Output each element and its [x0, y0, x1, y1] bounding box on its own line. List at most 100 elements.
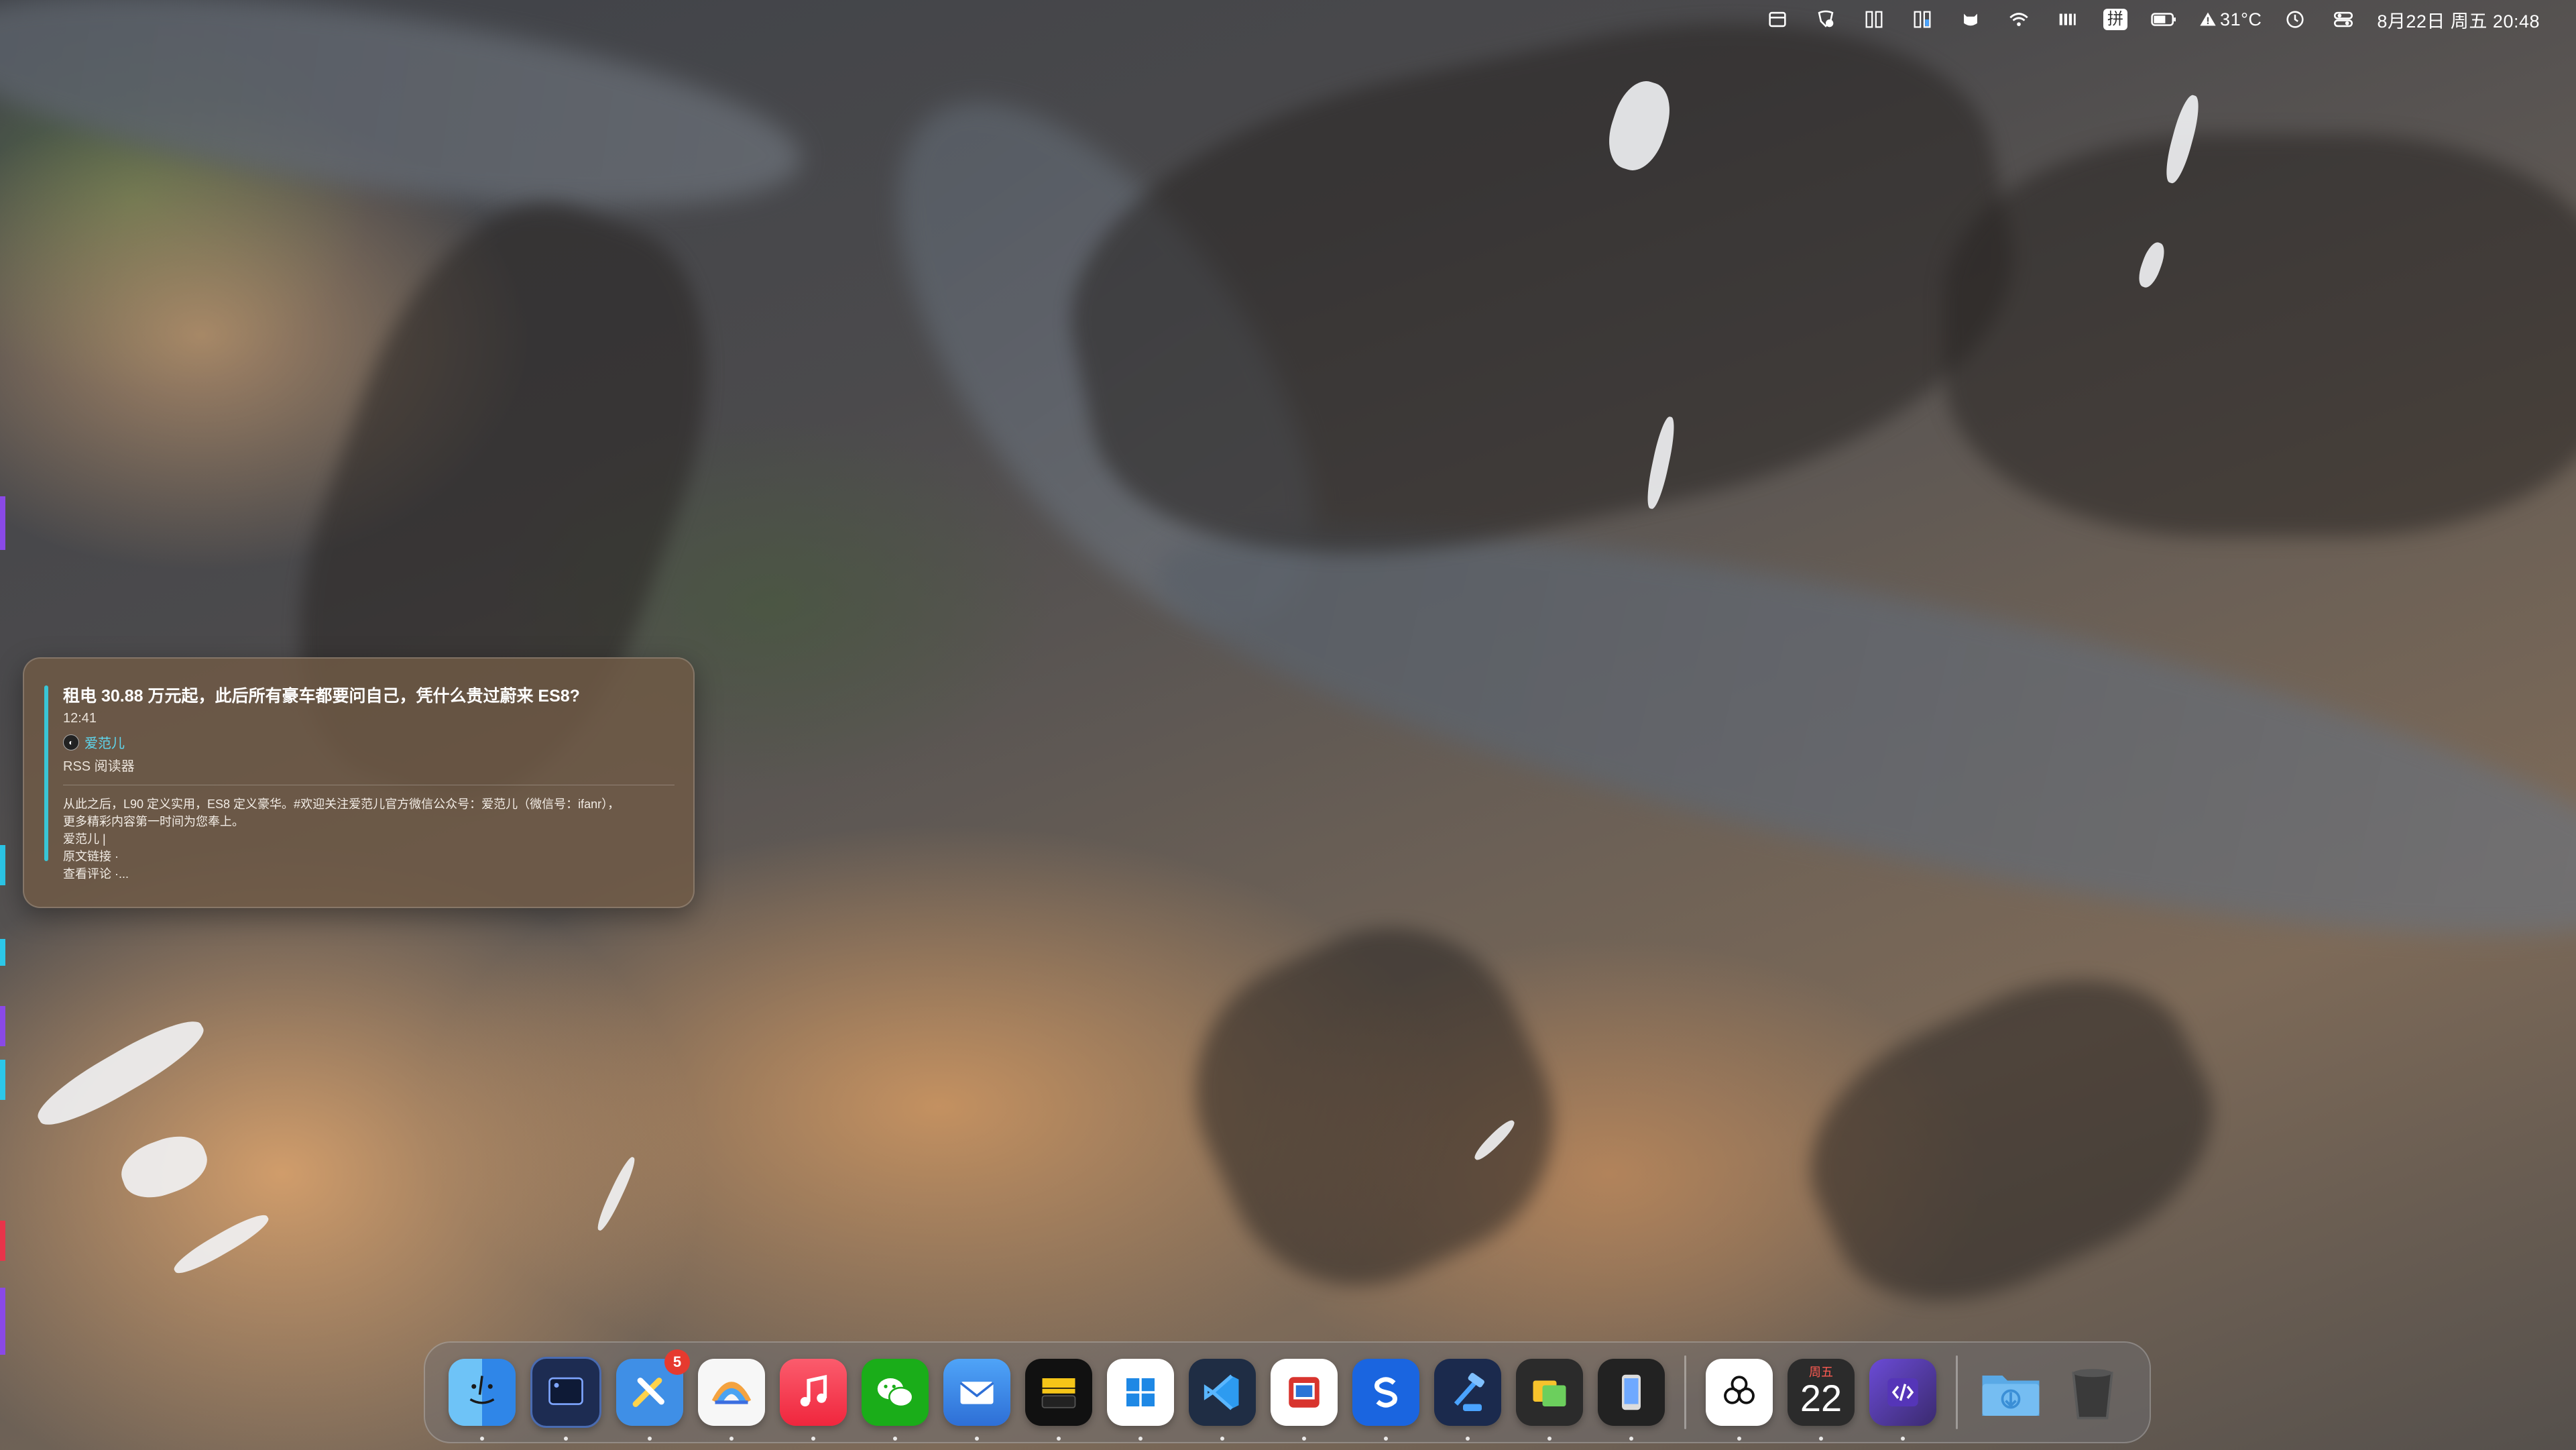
dock-mail[interactable] — [943, 1359, 1010, 1441]
chatgpt-icon — [1724, 1376, 1755, 1404]
edge-segment — [0, 496, 5, 550]
dock-xcode-tools[interactable]: 5 — [616, 1349, 690, 1441]
finder-icon — [469, 1376, 495, 1404]
folders-icon — [1533, 1380, 1566, 1406]
dock-windows-app[interactable] — [1107, 1359, 1174, 1441]
wallpaper-snow — [170, 1209, 273, 1280]
time-machine-icon[interactable] — [2280, 0, 2310, 39]
calendar-date: 22 — [1800, 1377, 1842, 1419]
notification-title: 租电 30.88 万元起，此后所有豪车都要问自己，凭什么贵过蔚来 ES8? — [63, 687, 580, 706]
tools-icon — [632, 1378, 664, 1407]
control-center-icon[interactable] — [2329, 0, 2358, 39]
battery-icon[interactable] — [2149, 0, 2180, 39]
edge-segment — [0, 845, 5, 885]
dock-ios-simulator[interactable] — [1598, 1359, 1665, 1441]
menu-extra-list-icon[interactable] — [1763, 0, 1792, 39]
running-indicator — [1819, 1437, 1823, 1441]
dock-downloads-folder[interactable] — [1977, 1359, 2044, 1426]
edge-segment — [0, 939, 5, 966]
dock-finder[interactable] — [449, 1359, 516, 1441]
vscode-icon — [1204, 1374, 1239, 1410]
menu-extra-bars-icon[interactable] — [2052, 0, 2082, 39]
dock-xcode-beta[interactable] — [1434, 1359, 1501, 1441]
wallpaper-ridge — [1034, 0, 2050, 616]
arc-icon — [711, 1382, 752, 1404]
running-indicator — [1737, 1437, 1741, 1441]
notification-time: 12:41 — [63, 711, 97, 726]
terminal-icon — [548, 1377, 583, 1405]
dock-terminal-app[interactable] — [530, 1357, 601, 1441]
running-indicator — [975, 1437, 979, 1441]
notification-body-line: 爱范儿 | — [63, 832, 106, 846]
running-indicator — [1629, 1437, 1633, 1441]
weather-widget[interactable]: 31°C — [2199, 0, 2262, 39]
edge-segment — [0, 1288, 5, 1355]
edge-segment — [0, 1221, 5, 1261]
dock-microsoft-remote[interactable] — [1271, 1359, 1338, 1441]
menu-extra-cat-icon[interactable] — [1956, 0, 1985, 39]
menu-clock[interactable]: 8月22日 周五 20:48 — [2377, 0, 2540, 39]
wallet-icon — [1041, 1378, 1076, 1408]
dock-wallet[interactable] — [1025, 1359, 1092, 1441]
notification-source-row: ◐ 爱范儿 — [63, 732, 125, 752]
menu-extra-memory-icon[interactable] — [1859, 0, 1889, 39]
dock-dev-tools[interactable] — [1869, 1359, 1936, 1441]
running-indicator — [564, 1437, 568, 1441]
running-indicator — [648, 1437, 652, 1441]
input-method-label: 拼 — [2103, 9, 2128, 30]
phone-icon — [1622, 1374, 1641, 1410]
temperature-label: 31°C — [2220, 9, 2262, 30]
music-note-icon — [800, 1375, 827, 1406]
menu-bar: 拼 31°C 8月22日 周五 20:48 — [0, 0, 2576, 39]
dock-trash[interactable] — [2059, 1359, 2126, 1426]
dock-chatgpt[interactable] — [1706, 1359, 1773, 1441]
dock-separator — [1956, 1355, 1958, 1429]
running-indicator — [1901, 1437, 1905, 1441]
notification-accent-bar — [44, 685, 48, 861]
wifi-icon[interactable] — [2004, 0, 2034, 39]
windows-icon — [1126, 1378, 1155, 1406]
dock-arc-browser[interactable] — [698, 1359, 765, 1441]
notification-body-line[interactable]: 原文链接 · — [63, 848, 680, 865]
notification-app-name: RSS 阅读器 — [63, 759, 135, 774]
dock-files-folder[interactable] — [1516, 1359, 1583, 1441]
edge-segment — [0, 1006, 5, 1046]
trash-icon — [2072, 1369, 2113, 1420]
screen-edge-strip — [0, 0, 5, 1450]
s-app-icon — [1374, 1377, 1397, 1408]
code-icon — [1887, 1378, 1918, 1406]
input-method-indicator[interactable]: 拼 — [2101, 0, 2130, 39]
wallpaper-ridge — [1944, 134, 2576, 537]
wechat-icon — [877, 1378, 914, 1408]
dock-vscode[interactable] — [1189, 1359, 1256, 1441]
notification-badge: 5 — [664, 1349, 690, 1375]
dock-separator — [1684, 1355, 1686, 1429]
wallpaper-snow — [29, 1009, 213, 1137]
dock: 5 周五 22 — [424, 1341, 2151, 1443]
dock-sketch-s[interactable] — [1352, 1359, 1419, 1441]
menu-extra-shield-icon[interactable] — [1811, 0, 1840, 39]
notification-banner[interactable]: 租电 30.88 万元起，此后所有豪车都要问自己，凭什么贵过蔚来 ES8? 12… — [23, 657, 695, 908]
notification-source[interactable]: 爱范儿 — [84, 732, 125, 752]
running-indicator — [811, 1437, 815, 1441]
edge-segment — [0, 1060, 5, 1100]
dock-wechat[interactable] — [862, 1359, 929, 1441]
dock-music[interactable] — [780, 1359, 847, 1441]
running-indicator — [729, 1437, 734, 1441]
source-avatar-icon: ◐ — [63, 734, 79, 750]
downloads-folder-icon — [1982, 1376, 2040, 1416]
desktop-wallpaper: 拼 31°C 8月22日 周五 20:48 租电 30.88 万元起，此后所有豪… — [0, 0, 2576, 1450]
notification-body-line[interactable]: 查看评论 ·... — [63, 865, 680, 883]
running-indicator — [1138, 1437, 1143, 1441]
running-indicator — [893, 1437, 897, 1441]
mail-icon — [959, 1382, 994, 1404]
running-indicator — [480, 1437, 484, 1441]
hammer-icon — [1454, 1373, 1484, 1411]
menu-extra-cpu-icon[interactable] — [1908, 0, 1937, 39]
notification-body-line: 从此之后，L90 定义实用，ES8 定义豪华。#欢迎关注爱范儿官方微信公众号：爱… — [63, 797, 620, 811]
wallpaper-snow — [593, 1154, 639, 1233]
running-indicator — [1547, 1437, 1552, 1441]
dock-calendar[interactable]: 周五 22 — [1788, 1359, 1855, 1441]
running-indicator — [1466, 1437, 1470, 1441]
notification-body-line: 更多精彩内容第一时间为您奉上。 — [63, 815, 244, 828]
